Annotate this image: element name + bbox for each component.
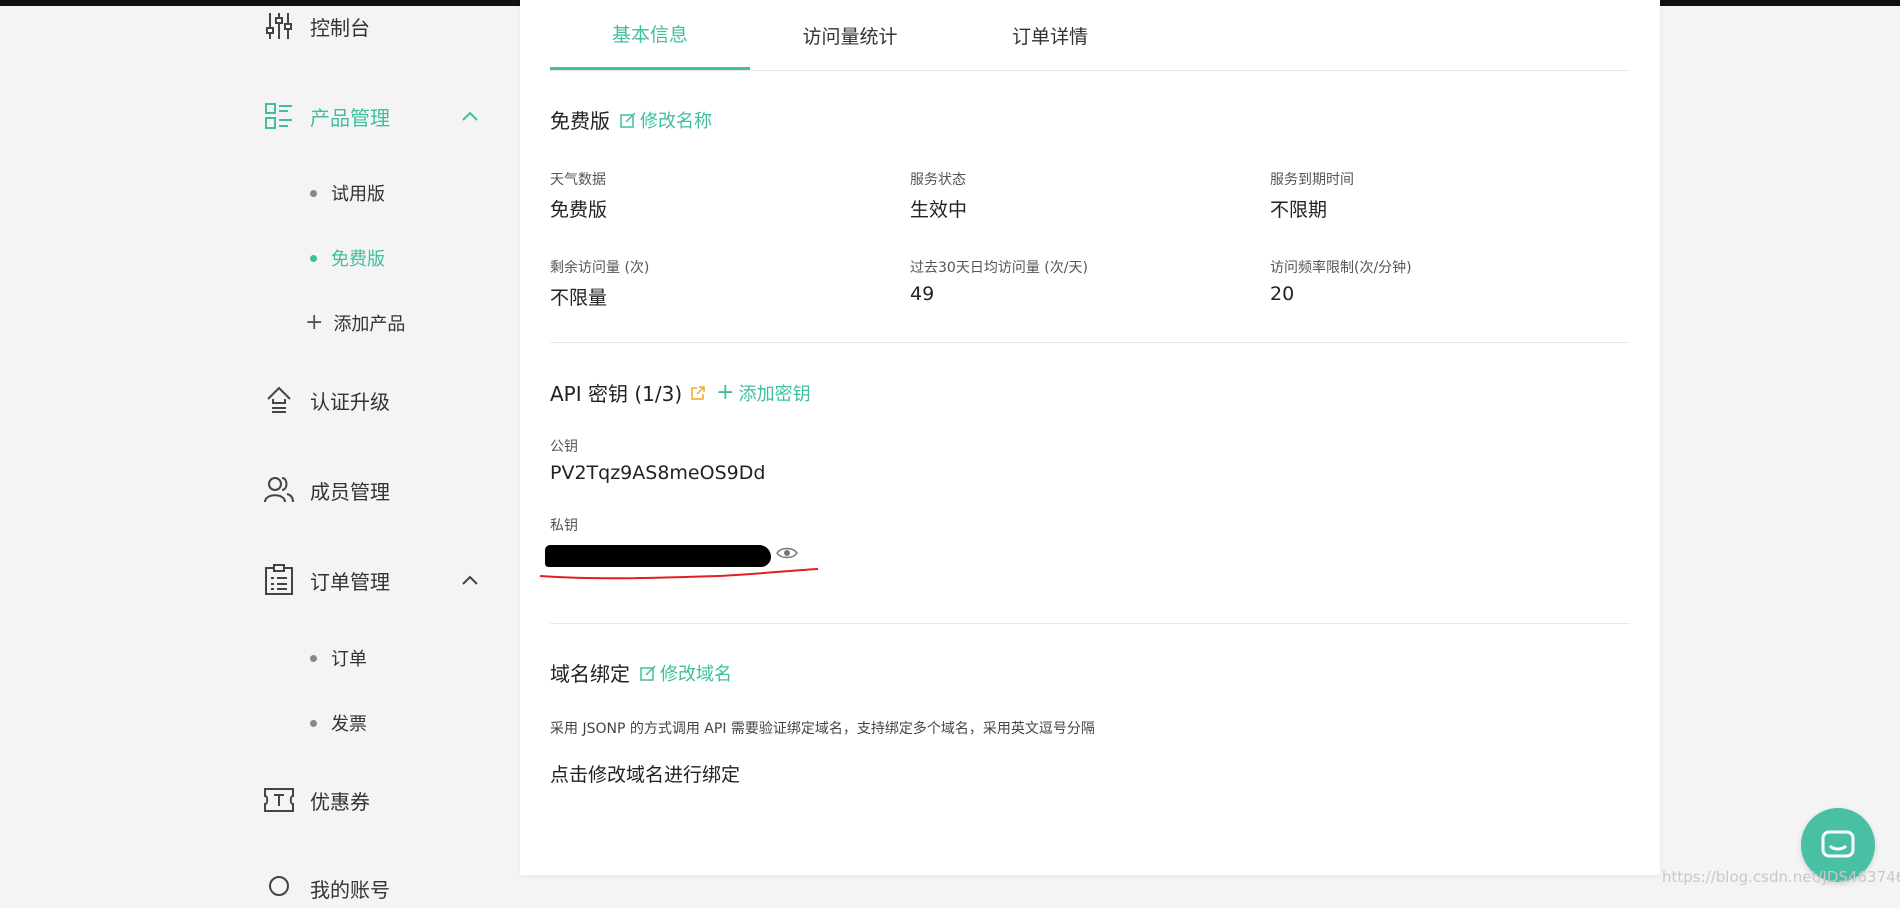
nav-auth-upgrade-label: 认证升级 [310, 389, 390, 414]
add-key-label: 添加密钥 [738, 383, 811, 405]
add-key-button[interactable]: + 添加密钥 [716, 380, 810, 406]
sub-item-invoice-label: 发票 [331, 714, 367, 735]
watermark: https://blog.csdn.net/JDS463746 [1662, 868, 1900, 886]
plus-icon: + [305, 310, 324, 335]
tab-bar: 基本信息 访问量统计 订单详情 [550, 0, 1630, 71]
public-key-value: PV2Tqz9AS8meOS9Dd [550, 462, 766, 484]
divider [550, 342, 1630, 343]
field-daily-average: 过去30天日均访问量 (次/天) 49 [910, 257, 1088, 305]
bullet-icon [310, 654, 317, 662]
field-value: 免费版 [550, 199, 608, 221]
field-value: 生效中 [910, 199, 968, 221]
divider [550, 623, 1630, 624]
domain-hint: 采用 JSONP 的方式调用 API 需要验证绑定域名，支持绑定多个域名，采用英… [550, 721, 1095, 737]
api-title: API 密钥 (1/3) [550, 382, 683, 406]
domain-bind-prompt[interactable]: 点击修改域名进行绑定 [550, 760, 740, 787]
nav-my-account-label: 我的账号 [310, 877, 390, 902]
sub-item-orders[interactable]: 订单 [310, 643, 367, 673]
field-label: 过去30天日均访问量 (次/天) [910, 260, 1088, 276]
field-label: 访问频率限制(次/分钟) [1270, 260, 1412, 276]
edit-domain-button[interactable]: 修改域名 [640, 660, 732, 686]
nav-product-mgmt-label: 产品管理 [310, 105, 390, 130]
user-icon [262, 871, 296, 905]
nav-member-mgmt[interactable]: 成员管理 [262, 470, 390, 510]
users-icon [262, 473, 296, 507]
plus-icon: + [716, 379, 735, 405]
nav-order-mgmt[interactable]: 订单管理 [262, 560, 390, 600]
add-product-label: 添加产品 [333, 314, 406, 335]
sidebar: 控制台 产品管理 试用版 免费版 + 添加产品 认证升级 成员管理 订单管理 订… [0, 0, 520, 902]
chat-icon [1821, 830, 1855, 858]
field-expiry: 服务到期时间 不限期 [1270, 169, 1354, 222]
domain-section-header: 域名绑定 修改域名 [550, 658, 732, 687]
api-section-header: API 密钥 (1/3) + 添加密钥 [550, 378, 811, 407]
chevron-up-icon[interactable] [460, 106, 480, 126]
field-value: 不限量 [550, 287, 608, 309]
tab-order-details[interactable]: 订单详情 [950, 0, 1150, 70]
sub-item-trial-label: 试用版 [331, 184, 385, 205]
field-label: 剩余访问量 (次) [550, 260, 650, 276]
plan-section-header: 免费版 修改名称 [550, 105, 712, 134]
field-remaining-quota: 剩余访问量 (次) 不限量 [550, 257, 649, 310]
tab-basic-info[interactable]: 基本信息 [550, 0, 750, 70]
bullet-icon [310, 189, 317, 197]
rename-label: 修改名称 [640, 110, 712, 132]
sub-item-free[interactable]: 免费版 [310, 243, 385, 273]
eye-icon[interactable] [776, 546, 798, 560]
external-link-icon[interactable] [690, 385, 706, 401]
edit-icon [640, 664, 656, 681]
clipboard-icon [262, 563, 296, 597]
field-label: 服务状态 [910, 172, 966, 188]
field-private-key: 私钥 [550, 515, 578, 535]
sub-item-free-label: 免费版 [331, 249, 385, 270]
nav-product-mgmt[interactable]: 产品管理 [262, 96, 390, 136]
field-rate-limit: 访问频率限制(次/分钟) 20 [1270, 257, 1412, 305]
sub-item-orders-label: 订单 [331, 649, 367, 670]
product-list-icon [262, 99, 296, 133]
field-label: 公钥 [550, 439, 578, 455]
tab-traffic-stats[interactable]: 访问量统计 [750, 0, 950, 70]
add-product-button[interactable]: + 添加产品 [305, 308, 405, 338]
field-value: 49 [910, 283, 935, 305]
domain-title: 域名绑定 [550, 662, 630, 686]
nav-my-account[interactable]: 我的账号 [262, 868, 390, 908]
bullet-icon [310, 254, 317, 262]
field-weather-data: 天气数据 免费版 [550, 169, 607, 222]
nav-console[interactable]: 控制台 [262, 6, 370, 46]
nav-auth-upgrade[interactable]: 认证升级 [262, 380, 390, 420]
plan-name: 免费版 [550, 109, 610, 133]
red-underline-annotation [539, 568, 819, 580]
nav-order-mgmt-label: 订单管理 [310, 569, 390, 594]
field-value: 不限期 [1270, 199, 1328, 221]
nav-member-mgmt-label: 成员管理 [310, 479, 390, 504]
field-label: 私钥 [550, 518, 578, 534]
rename-button[interactable]: 修改名称 [620, 107, 712, 133]
upgrade-arrow-icon [262, 383, 296, 417]
field-public-key: 公钥 PV2Tqz9AS8meOS9Dd [550, 436, 765, 484]
bullet-icon [310, 719, 317, 727]
nav-coupons[interactable]: 优惠券 [262, 780, 370, 820]
main-card: 基本信息 访问量统计 订单详情 免费版 修改名称 天气数据 免费版 服务状态 生… [520, 0, 1660, 875]
field-value: 20 [1270, 283, 1295, 305]
ticket-icon [262, 783, 296, 817]
edit-domain-label: 修改域名 [660, 663, 732, 685]
edit-icon [620, 111, 636, 128]
nav-coupons-label: 优惠券 [310, 789, 370, 814]
sub-item-invoice[interactable]: 发票 [310, 708, 367, 738]
nav-console-label: 控制台 [310, 15, 370, 40]
field-service-status: 服务状态 生效中 [910, 169, 967, 222]
sub-item-trial[interactable]: 试用版 [310, 178, 385, 208]
sliders-icon [262, 9, 296, 43]
field-label: 服务到期时间 [1270, 172, 1354, 188]
chevron-up-icon[interactable] [460, 570, 480, 590]
field-label: 天气数据 [550, 172, 606, 188]
